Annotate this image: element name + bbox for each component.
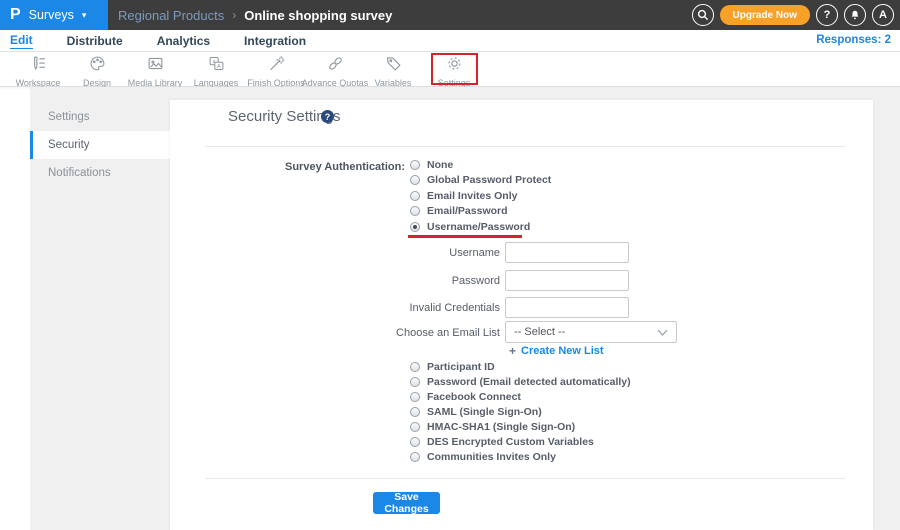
tab-edit[interactable]: Edit [10, 33, 33, 49]
radio-option-email-password[interactable]: Email/Password [410, 204, 551, 220]
nav-tabs: Edit Distribute Analytics Integration [10, 30, 306, 52]
radio-option-password-email-auto[interactable]: Password (Email detected automatically) [410, 374, 631, 389]
responses-count[interactable]: Responses: 2 [816, 34, 891, 46]
auth-options-top: None Global Password Protect Email Invit… [410, 157, 551, 235]
radio-option-none[interactable]: None [410, 157, 551, 173]
radio-option-participant-id[interactable]: Participant ID [410, 359, 631, 374]
radio-icon [410, 361, 420, 372]
email-list-selected-value: -- Select -- [514, 326, 566, 338]
chevron-down-icon: ▾ [81, 9, 87, 20]
radio-option-hmac-sha1[interactable]: HMAC-SHA1 (Single Sign-On) [410, 419, 631, 434]
svg-text:A: A [217, 64, 221, 70]
tab-analytics[interactable]: Analytics [157, 34, 210, 48]
notifications-bell-icon[interactable] [844, 4, 866, 26]
radio-option-facebook-connect[interactable]: Facebook Connect [410, 389, 631, 404]
help-icon[interactable]: ? [816, 4, 838, 26]
tab-integration[interactable]: Integration [244, 34, 306, 48]
footer-divider [205, 478, 845, 479]
sidebar-item-security[interactable]: Security [30, 131, 170, 159]
breadcrumb-separator: › [232, 8, 237, 22]
radio-icon [410, 190, 420, 201]
translate-icon: xA [208, 55, 225, 77]
username-input[interactable] [505, 242, 629, 263]
password-label: Password [451, 275, 500, 287]
radio-option-username-password[interactable]: Username/Password [410, 219, 551, 235]
breadcrumb: Regional Products › Online shopping surv… [118, 0, 392, 30]
radio-icon [410, 175, 420, 186]
title-help-icon[interactable]: ? [321, 110, 334, 123]
gear-icon [446, 55, 463, 77]
top-header: P Surveys ▾ Regional Products › Online s… [0, 0, 900, 30]
breadcrumb-survey-name: Online shopping survey [244, 7, 393, 23]
auth-options-bottom: Participant ID Password (Email detected … [410, 359, 631, 464]
workspace-icon [30, 55, 47, 77]
sidebar-item-notifications[interactable]: Notifications [30, 159, 170, 187]
toolbar-item-settings[interactable]: Settings [418, 55, 490, 88]
tab-distribute[interactable]: Distribute [67, 34, 123, 48]
title-divider [205, 146, 845, 147]
sidebar-item-settings[interactable]: Settings [30, 103, 170, 131]
username-label: Username [449, 247, 500, 259]
radio-option-saml[interactable]: SAML (Single Sign-On) [410, 404, 631, 419]
upgrade-now-button[interactable]: Upgrade Now [719, 5, 810, 25]
surveys-menu-label: Surveys [28, 8, 74, 22]
radio-option-des-encrypted[interactable]: DES Encrypted Custom Variables [410, 434, 631, 449]
invalid-credentials-label: Invalid Credentials [409, 302, 501, 314]
create-new-list-label: Create New List [521, 345, 604, 357]
avatar[interactable]: A [872, 4, 894, 26]
invalid-credentials-input[interactable] [505, 297, 629, 318]
plus-icon: + [509, 344, 517, 358]
header-actions: Upgrade Now ? A [691, 4, 894, 26]
radio-selected-icon [410, 221, 420, 232]
radio-option-communities-invites[interactable]: Communities Invites Only [410, 449, 631, 464]
radio-icon [410, 206, 420, 217]
radio-icon [410, 159, 420, 170]
radio-icon [410, 406, 420, 417]
image-icon [147, 55, 164, 77]
tag-icon [385, 55, 402, 77]
radio-option-global-password[interactable]: Global Password Protect [410, 173, 551, 189]
survey-nav: Edit Distribute Analytics Integration Re… [0, 30, 900, 52]
page: P Surveys ▾ Regional Products › Online s… [0, 0, 900, 530]
password-input[interactable] [505, 270, 629, 291]
radio-icon [410, 421, 420, 432]
email-list-label: Choose an Email List [396, 327, 500, 339]
email-list-select[interactable]: -- Select -- [505, 321, 677, 343]
magic-wand-icon [268, 55, 285, 77]
radio-icon [410, 436, 420, 447]
radio-icon [410, 391, 420, 402]
edit-toolbar: Workspace Design Media Library xA Langua… [0, 52, 900, 132]
create-new-list-link[interactable]: + Create New List [509, 345, 604, 357]
surveys-menu[interactable]: P Surveys ▾ [0, 0, 108, 30]
radio-option-email-invites[interactable]: Email Invites Only [410, 188, 551, 204]
breadcrumb-folder[interactable]: Regional Products [118, 8, 224, 23]
survey-authentication-label: Survey Authentication: [285, 161, 405, 173]
settings-sidebar: Settings Security Notifications [30, 103, 170, 187]
search-icon[interactable] [691, 4, 714, 26]
palette-icon [89, 55, 106, 77]
radio-icon [410, 376, 420, 387]
chain-link-icon [327, 55, 344, 77]
questionpro-logo: P [10, 6, 21, 23]
save-changes-button[interactable]: Save Changes [373, 491, 440, 515]
chevron-down-icon [657, 329, 668, 336]
radio-icon [410, 451, 420, 462]
